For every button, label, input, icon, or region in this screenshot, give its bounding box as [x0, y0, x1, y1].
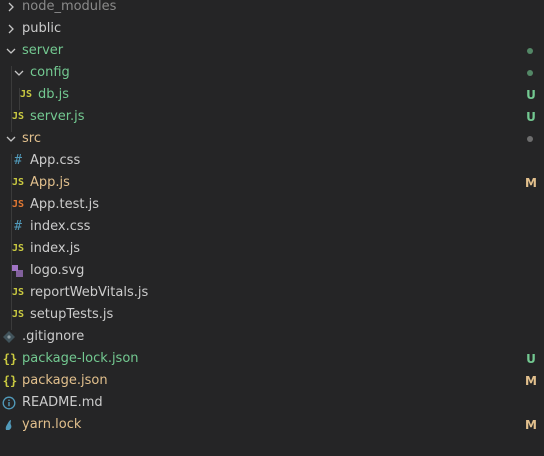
tree-file-package-json[interactable]: {} package.json M: [0, 370, 544, 392]
javascript-file-icon: JS: [19, 89, 33, 100]
tree-file-readme-md[interactable]: README.md: [0, 392, 544, 414]
tree-file-app-js[interactable]: JS App.js M: [0, 172, 544, 194]
folder-label: config: [30, 65, 70, 80]
folder-label: public: [22, 21, 62, 36]
file-label: db.js: [38, 87, 70, 102]
folder-label: src: [22, 131, 41, 146]
file-explorer-tree: node_modules public server config JS db.…: [0, 0, 544, 456]
javascript-file-icon: JS: [11, 111, 25, 122]
test-javascript-file-icon: JS: [11, 199, 25, 210]
git-status-badge: M: [525, 418, 537, 432]
chevron-down-icon: [13, 62, 25, 84]
git-status-dot: [527, 128, 535, 150]
file-label: server.js: [30, 109, 85, 124]
file-label: App.test.js: [30, 197, 100, 212]
git-status-badge: U: [526, 110, 536, 124]
tree-file-logo-svg[interactable]: logo.svg: [0, 260, 544, 282]
json-file-icon: {}: [2, 352, 18, 366]
git-status-badge: U: [526, 352, 536, 366]
file-label: yarn.lock: [22, 417, 82, 432]
git-status-dot: [527, 62, 535, 84]
javascript-file-icon: JS: [11, 309, 25, 320]
tree-folder-public[interactable]: public: [0, 18, 544, 40]
chevron-right-icon: [6, 18, 18, 40]
file-label: reportWebVitals.js: [30, 285, 149, 300]
javascript-file-icon: JS: [11, 177, 25, 188]
tree-file-package-lock-json[interactable]: {} package-lock.json U: [0, 348, 544, 370]
file-label: App.js: [30, 175, 70, 190]
file-label: setupTests.js: [30, 307, 114, 322]
tree-folder-src[interactable]: src: [0, 128, 544, 150]
git-status-dot: [527, 40, 535, 62]
chevron-right-icon: [6, 0, 18, 18]
file-label: logo.svg: [30, 263, 85, 278]
tree-file-setup-tests-js[interactable]: JS setupTests.js: [0, 304, 544, 326]
tree-file-yarn-lock[interactable]: yarn.lock M: [0, 414, 544, 436]
tree-file-report-web-vitals-js[interactable]: JS reportWebVitals.js: [0, 282, 544, 304]
javascript-file-icon: JS: [11, 243, 25, 254]
file-label: package-lock.json: [22, 351, 139, 366]
svg-file-icon: [10, 260, 26, 282]
git-status-badge: M: [525, 374, 537, 388]
javascript-file-icon: JS: [11, 287, 25, 298]
file-label: index.css: [30, 219, 91, 234]
file-label: package.json: [22, 373, 108, 388]
tree-file-index-js[interactable]: JS index.js: [0, 238, 544, 260]
file-label: .gitignore: [22, 329, 85, 344]
tree-folder-server[interactable]: server: [0, 40, 544, 62]
git-diamond-icon: [2, 326, 18, 348]
file-label: index.js: [30, 241, 81, 256]
folder-label: node_modules: [22, 0, 117, 14]
tree-file-gitignore[interactable]: .gitignore: [0, 326, 544, 348]
tree-file-index-css[interactable]: # index.css: [0, 216, 544, 238]
css-file-icon: #: [14, 153, 22, 168]
json-file-icon: {}: [2, 374, 18, 388]
file-label: App.css: [30, 153, 81, 168]
yarn-icon: [2, 414, 18, 436]
git-status-badge: U: [526, 88, 536, 102]
tree-file-app-test-js[interactable]: JS App.test.js: [0, 194, 544, 216]
folder-label: server: [22, 43, 64, 58]
chevron-down-icon: [5, 40, 17, 62]
tree-file-db-js[interactable]: JS db.js U: [0, 84, 544, 106]
info-icon: [2, 392, 18, 414]
css-file-icon: #: [14, 219, 22, 234]
git-status-badge: M: [525, 176, 537, 190]
file-label: README.md: [22, 395, 103, 410]
tree-folder-node-modules[interactable]: node_modules: [0, 0, 544, 18]
tree-file-app-css[interactable]: # App.css: [0, 150, 544, 172]
tree-file-server-js[interactable]: JS server.js U: [0, 106, 544, 128]
chevron-down-icon: [5, 128, 17, 150]
tree-folder-config[interactable]: config: [0, 62, 544, 84]
